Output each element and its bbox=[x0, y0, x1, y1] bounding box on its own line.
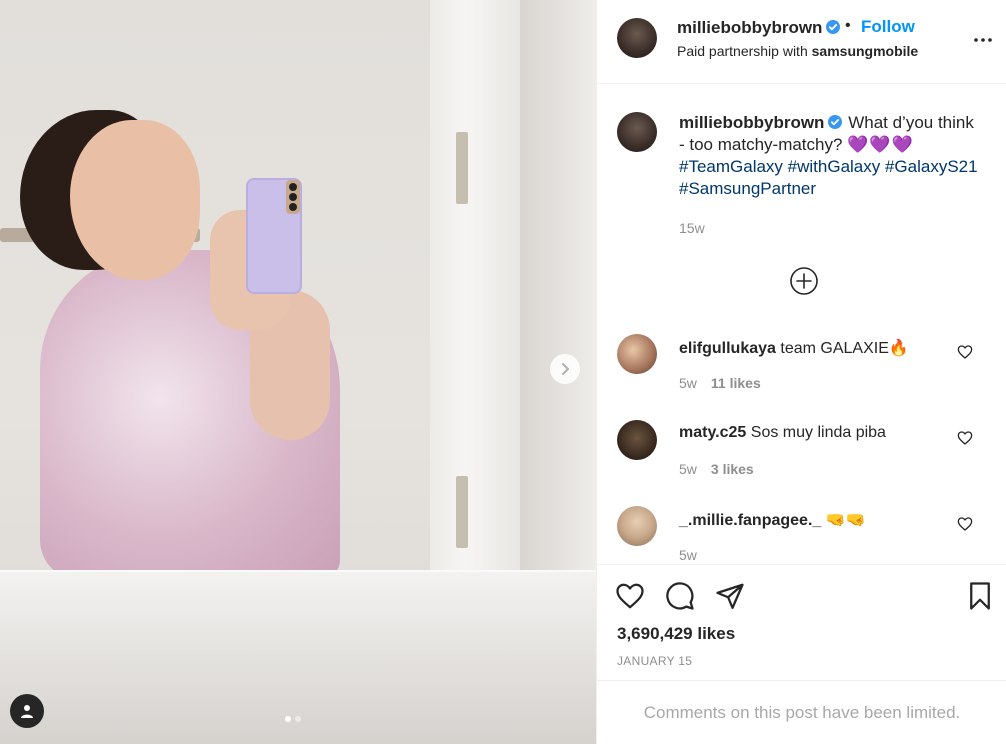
comments-limited-text: Comments on this post have been limited. bbox=[643, 702, 961, 722]
comment-meta: 5w bbox=[679, 547, 697, 563]
photo-hinge bbox=[456, 132, 468, 204]
carousel-dots bbox=[285, 716, 301, 722]
tagged-users-button[interactable] bbox=[10, 694, 44, 728]
post-date[interactable]: JANUARY 15 bbox=[617, 654, 692, 668]
photo-wall bbox=[520, 0, 596, 575]
caption-hearts: 💜💜💜 bbox=[847, 135, 914, 154]
follow-button[interactable]: Follow bbox=[861, 17, 915, 37]
comments-list[interactable]: elifgullukaya team GALAXIE🔥 5w 11 likes m… bbox=[597, 320, 1006, 564]
share-icon[interactable] bbox=[715, 581, 745, 611]
author-username[interactable]: milliebobbybrown bbox=[677, 18, 841, 38]
comment-time[interactable]: 5w bbox=[679, 547, 697, 563]
comment-item: _.millie.fanpagee._ 🤜🤜 5w bbox=[617, 506, 997, 564]
caption-avatar[interactable] bbox=[617, 112, 657, 152]
post-header: milliebobbybrown • Follow Paid partnersh… bbox=[597, 0, 1006, 84]
next-photo-button[interactable] bbox=[550, 354, 580, 384]
post-panel: milliebobbybrown • Follow Paid partnersh… bbox=[596, 0, 1006, 744]
comment-likes[interactable]: 3 likes bbox=[711, 461, 754, 477]
comment-body: team GALAXIE🔥 bbox=[780, 340, 909, 357]
comment-item: elifgullukaya team GALAXIE🔥 5w 11 likes bbox=[617, 334, 997, 414]
carousel-dot bbox=[295, 716, 301, 722]
partnership-prefix: Paid partnership with bbox=[677, 43, 808, 59]
author-avatar[interactable] bbox=[617, 18, 657, 58]
photo-hinge bbox=[456, 476, 468, 548]
post-photo[interactable] bbox=[0, 0, 596, 744]
photo-doorframe bbox=[430, 0, 520, 575]
partnership-brand-link[interactable]: samsungmobile bbox=[812, 43, 919, 59]
comment-text: _.millie.fanpagee._ 🤜🤜 bbox=[679, 510, 866, 530]
comment-item: maty.c25 Sos muy linda piba 5w 3 likes bbox=[617, 420, 997, 500]
comment-meta: 5w 3 likes bbox=[679, 461, 754, 477]
caption-body: milliebobbybrown What d’you think - too … bbox=[679, 112, 979, 200]
photo-face bbox=[70, 120, 200, 280]
paid-partnership-label: Paid partnership with samsungmobile bbox=[677, 43, 918, 59]
likes-count[interactable]: 3,690,429 likes bbox=[617, 624, 735, 644]
heart-icon[interactable] bbox=[615, 581, 645, 611]
photo-lens bbox=[289, 193, 297, 201]
comment-likes[interactable]: 11 likes bbox=[711, 375, 761, 391]
photo-lens bbox=[289, 203, 297, 211]
carousel-dot-active bbox=[285, 716, 291, 722]
author-username-text[interactable]: milliebobbybrown bbox=[677, 18, 822, 37]
comment-username[interactable]: elifgullukaya bbox=[679, 340, 776, 357]
comment-icon[interactable] bbox=[665, 581, 695, 611]
post-actions: 3,690,429 likes JANUARY 15 bbox=[597, 564, 1006, 694]
verified-badge-icon bbox=[828, 115, 843, 129]
comment-text: elifgullukaya team GALAXIE🔥 bbox=[679, 338, 909, 358]
comment-time[interactable]: 5w bbox=[679, 375, 697, 391]
heart-icon[interactable] bbox=[957, 344, 973, 360]
comment-body: 🤜🤜 bbox=[825, 512, 866, 529]
comment-avatar[interactable] bbox=[617, 506, 657, 546]
comment-text: maty.c25 Sos muy linda piba bbox=[679, 424, 886, 442]
verified-badge-icon bbox=[826, 20, 841, 34]
follow-separator: • bbox=[845, 17, 851, 34]
comments-limited-footer: Comments on this post have been limited. bbox=[597, 680, 1006, 744]
caption-hashtags[interactable]: #TeamGalaxy #withGalaxy #GalaxyS21 #Sams… bbox=[679, 157, 978, 198]
comment-time[interactable]: 5w bbox=[679, 461, 697, 477]
caption-timestamp[interactable]: 15w bbox=[679, 220, 705, 236]
caption-username[interactable]: milliebobbybrown bbox=[679, 113, 824, 132]
comment-meta: 5w 11 likes bbox=[679, 375, 761, 391]
load-more-plus-icon[interactable] bbox=[789, 266, 819, 296]
comment-username[interactable]: maty.c25 bbox=[679, 424, 746, 441]
comment-username[interactable]: _.millie.fanpagee._ bbox=[679, 512, 821, 529]
photo-lens bbox=[289, 183, 297, 191]
bookmark-icon[interactable] bbox=[965, 581, 995, 611]
comment-body: Sos muy linda piba bbox=[750, 424, 886, 441]
more-options-icon[interactable] bbox=[973, 30, 993, 50]
comment-avatar[interactable] bbox=[617, 334, 657, 374]
heart-icon[interactable] bbox=[957, 516, 973, 532]
heart-icon[interactable] bbox=[957, 430, 973, 446]
chevron-right-icon bbox=[562, 363, 569, 375]
comment-avatar[interactable] bbox=[617, 420, 657, 460]
user-tag-icon bbox=[21, 705, 33, 718]
